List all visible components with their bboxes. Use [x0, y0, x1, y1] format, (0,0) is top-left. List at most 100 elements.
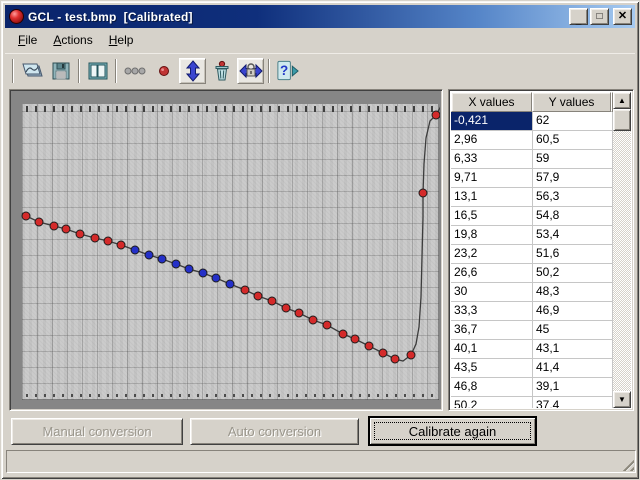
data-point-blue[interactable] [158, 255, 166, 263]
table-cell[interactable]: 39,1 [533, 378, 613, 397]
data-point-red[interactable] [62, 225, 70, 233]
table-cell[interactable]: 6,33 [451, 150, 533, 169]
resize-grip[interactable] [621, 458, 634, 471]
table-cell[interactable]: 53,4 [533, 226, 613, 245]
table-row[interactable]: 6,3359 [451, 150, 613, 169]
menu-item-actions[interactable]: Actions [45, 31, 100, 50]
data-point-red[interactable] [295, 309, 303, 317]
table-cell[interactable]: 46,8 [451, 378, 533, 397]
table-row[interactable]: 23,251,6 [451, 245, 613, 264]
calibrate-again-button[interactable]: Calibrate again [369, 417, 536, 445]
table-row[interactable]: 19,853,4 [451, 226, 613, 245]
save-button[interactable] [47, 58, 74, 84]
data-point-red[interactable] [35, 218, 43, 226]
data-point-red[interactable] [104, 237, 112, 245]
table-row[interactable]: 36,745 [451, 321, 613, 340]
data-point-blue[interactable] [212, 274, 220, 282]
column-header-y[interactable]: Y values [532, 92, 611, 112]
scroll-down-button[interactable]: ▼ [613, 391, 631, 408]
horizontal-arrows-lock-button[interactable] [237, 58, 264, 84]
maximize-button[interactable]: □ [590, 8, 609, 25]
data-point-red[interactable] [268, 297, 276, 305]
table-row[interactable]: 40,143,1 [451, 340, 613, 359]
table-cell[interactable]: 43,1 [533, 340, 613, 359]
minimize-button[interactable]: _ [569, 8, 588, 25]
red-point-button[interactable] [150, 58, 177, 84]
table-cell[interactable]: 19,8 [451, 226, 533, 245]
data-point-red[interactable] [339, 330, 347, 338]
data-point-red[interactable] [309, 316, 317, 324]
table-row[interactable]: 43,541,4 [451, 359, 613, 378]
data-point-red[interactable] [365, 342, 373, 350]
table-cell[interactable]: -0,421 [451, 112, 533, 131]
table-cell[interactable]: 33,3 [451, 302, 533, 321]
table-row[interactable]: 46,839,1 [451, 378, 613, 397]
table-row[interactable]: 33,346,9 [451, 302, 613, 321]
data-point-red[interactable] [254, 292, 262, 300]
table-cell[interactable]: 51,6 [533, 245, 613, 264]
window-panes-button[interactable] [84, 58, 111, 84]
data-point-red[interactable] [351, 335, 359, 343]
scrollbar-thumb[interactable] [613, 109, 631, 131]
table-cell[interactable]: 2,96 [451, 131, 533, 150]
table-cell[interactable]: 41,4 [533, 359, 613, 378]
help-button[interactable]: ? [274, 58, 301, 84]
data-point-blue[interactable] [145, 251, 153, 259]
gray-points-button[interactable] [121, 58, 148, 84]
data-point-blue[interactable] [185, 265, 193, 273]
table-cell[interactable]: 26,6 [451, 264, 533, 283]
title-bar[interactable]: GCL - test.bmp [Calibrated] _ □ ✕ [5, 5, 635, 28]
scroll-up-button[interactable]: ▲ [613, 92, 631, 109]
table-scrollbar[interactable]: ▲ ▼ [613, 92, 631, 408]
data-point-red[interactable] [50, 222, 58, 230]
data-point-blue[interactable] [199, 269, 207, 277]
table-cell[interactable]: 54,8 [533, 207, 613, 226]
table-row[interactable]: -0,42162 [451, 112, 613, 131]
data-point-red[interactable] [432, 111, 440, 119]
data-point-red[interactable] [379, 349, 387, 357]
table-cell[interactable]: 59 [533, 150, 613, 169]
table-cell[interactable]: 16,5 [451, 207, 533, 226]
menu-item-file[interactable]: File [10, 31, 45, 50]
open-image-button[interactable] [18, 58, 45, 84]
table-cell[interactable]: 40,1 [451, 340, 533, 359]
table-cell[interactable]: 36,7 [451, 321, 533, 340]
table-cell[interactable]: 56,3 [533, 188, 613, 207]
data-point-red[interactable] [407, 351, 415, 359]
data-point-red[interactable] [323, 321, 331, 329]
data-point-blue[interactable] [226, 280, 234, 288]
table-row[interactable]: 50,237,4 [451, 397, 613, 408]
auto-conversion-button[interactable]: Auto conversion [190, 418, 359, 445]
table-cell[interactable]: 30 [451, 283, 533, 302]
table-cell[interactable]: 62 [533, 112, 613, 131]
manual-conversion-button[interactable]: Manual conversion [11, 418, 183, 445]
data-point-red[interactable] [282, 304, 290, 312]
scrollbar-track[interactable] [613, 131, 631, 391]
plot-viewer[interactable] [9, 89, 443, 411]
data-point-red[interactable] [22, 212, 30, 220]
menu-item-help[interactable]: Help [101, 31, 142, 50]
data-point-red[interactable] [241, 286, 249, 294]
data-point-blue[interactable] [172, 260, 180, 268]
table-row[interactable]: 26,650,2 [451, 264, 613, 283]
table-row[interactable]: 3048,3 [451, 283, 613, 302]
column-header-x[interactable]: X values [451, 92, 532, 112]
table-cell[interactable]: 23,2 [451, 245, 533, 264]
table-cell[interactable]: 9,71 [451, 169, 533, 188]
table-cell[interactable]: 45 [533, 321, 613, 340]
table-cell[interactable]: 57,9 [533, 169, 613, 188]
data-point-blue[interactable] [131, 246, 139, 254]
table-row[interactable]: 13,156,3 [451, 188, 613, 207]
table-cell[interactable]: 13,1 [451, 188, 533, 207]
table-cell[interactable]: 46,9 [533, 302, 613, 321]
table-row[interactable]: 9,7157,9 [451, 169, 613, 188]
close-button[interactable]: ✕ [613, 8, 632, 25]
table-cell[interactable]: 60,5 [533, 131, 613, 150]
vertical-arrows-button[interactable] [179, 58, 206, 84]
data-point-red[interactable] [391, 355, 399, 363]
table-cell[interactable]: 43,5 [451, 359, 533, 378]
table-cell[interactable]: 50,2 [451, 397, 533, 408]
data-point-red[interactable] [76, 230, 84, 238]
data-point-red[interactable] [419, 189, 427, 197]
table-cell[interactable]: 48,3 [533, 283, 613, 302]
